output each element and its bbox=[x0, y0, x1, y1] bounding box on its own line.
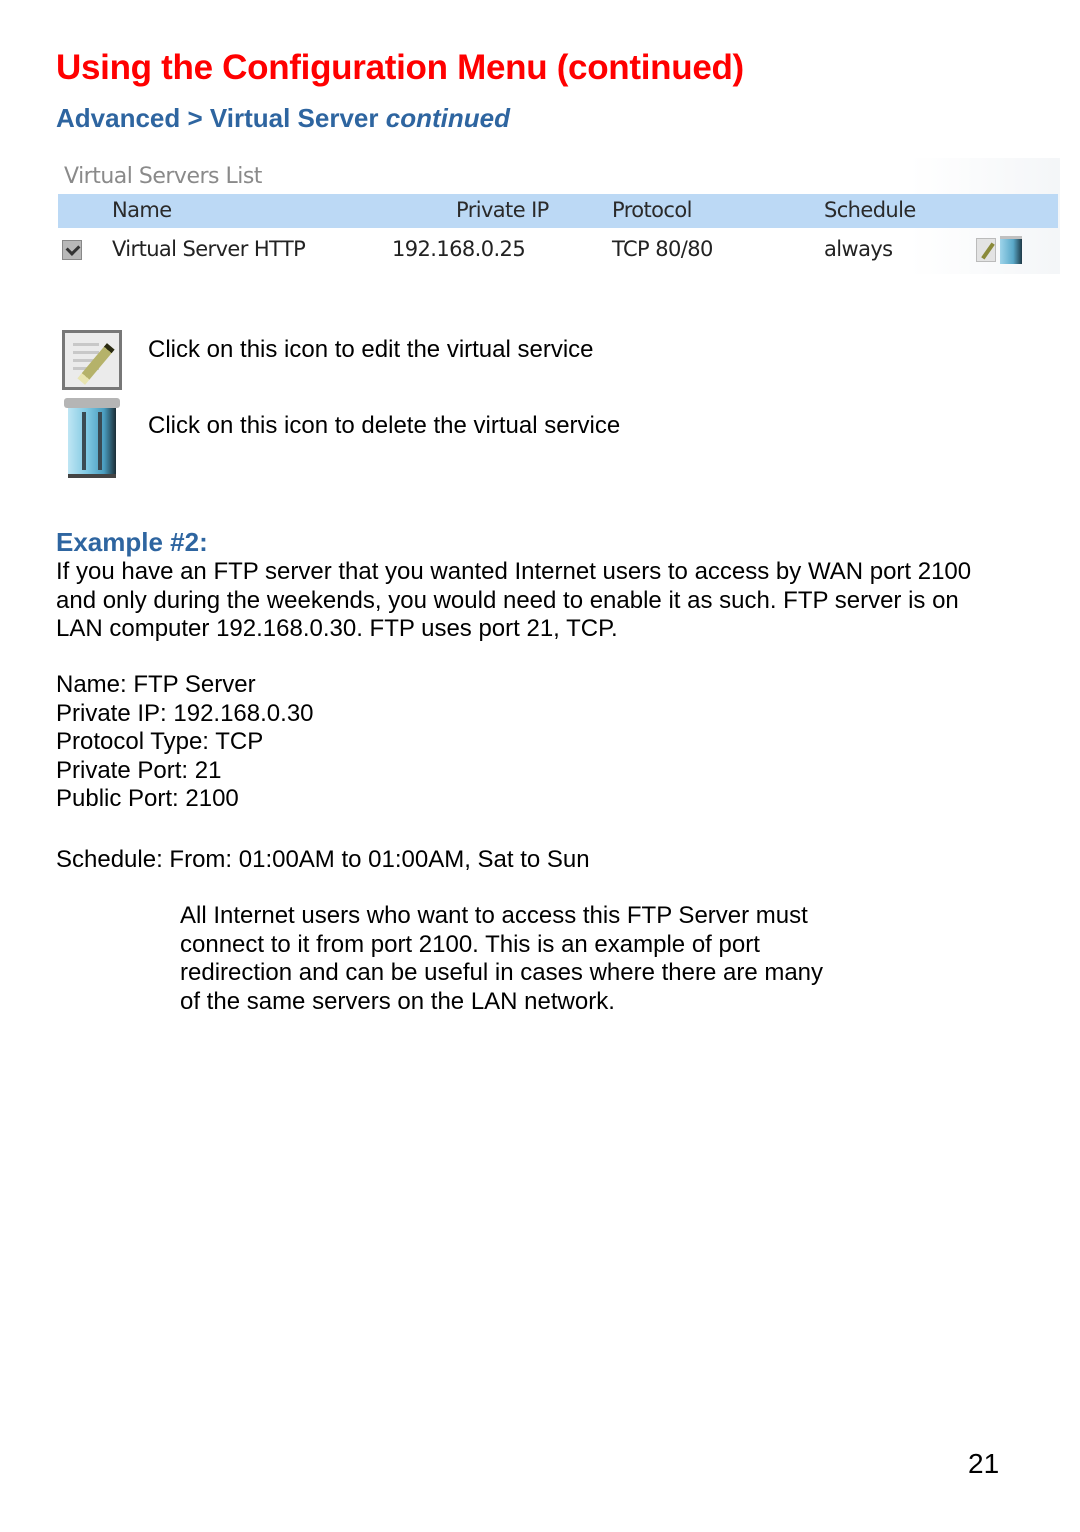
column-header-schedule: Schedule bbox=[824, 198, 916, 222]
table-header: Name Private IP Protocol Schedule bbox=[58, 194, 1058, 228]
virtual-servers-list-title: Virtual Servers List bbox=[64, 164, 262, 189]
table-row: Virtual Server HTTP 192.168.0.25 TCP 80/… bbox=[58, 234, 1058, 268]
cell-name: Virtual Server HTTP bbox=[112, 237, 306, 261]
edit-icon bbox=[62, 330, 122, 390]
example-note: All Internet users who want to access th… bbox=[180, 902, 824, 1015]
page-number: 21 bbox=[968, 1448, 1000, 1479]
page-title: Using the Configuration Menu (continued) bbox=[56, 48, 744, 87]
column-header-name: Name bbox=[112, 198, 172, 222]
legend-edit-text: Click on this icon to edit the virtual s… bbox=[148, 336, 594, 363]
trash-lid bbox=[64, 398, 120, 408]
detail-public-port: Public Port: 2100 bbox=[56, 785, 239, 812]
cell-private-ip: 192.168.0.25 bbox=[392, 237, 526, 261]
detail-protocol-type: Protocol Type: TCP bbox=[56, 728, 264, 755]
example-paragraph: If you have an FTP server that you wante… bbox=[56, 558, 972, 642]
trash-icon bbox=[62, 398, 122, 478]
virtual-servers-list-screenshot: Virtual Servers List Name Private IP Pro… bbox=[58, 158, 1060, 274]
detail-name: Name: FTP Server bbox=[56, 671, 256, 698]
example-details: Name: FTP Server Private IP: 192.168.0.3… bbox=[56, 671, 314, 814]
trash-body bbox=[68, 408, 116, 478]
detail-private-ip: Private IP: 192.168.0.30 bbox=[56, 699, 314, 727]
column-header-protocol: Protocol bbox=[612, 198, 692, 222]
legend-delete-text: Click on this icon to delete the virtual… bbox=[148, 412, 621, 439]
cell-protocol: TCP 80/80 bbox=[612, 237, 713, 261]
column-header-private-ip: Private IP bbox=[456, 198, 549, 222]
trash-icon[interactable] bbox=[1000, 236, 1022, 264]
section-title: Advanced > Virtual Server continued bbox=[56, 103, 510, 134]
example-schedule: Schedule: From: 01:00AM to 01:00AM, Sat … bbox=[56, 846, 590, 873]
enable-checkbox[interactable] bbox=[62, 240, 82, 260]
example-title: Example #2: bbox=[56, 527, 208, 557]
edit-icon[interactable] bbox=[976, 238, 996, 262]
cell-schedule: always bbox=[824, 237, 893, 261]
section-title-continued: continued bbox=[385, 103, 510, 133]
section-title-main: Advanced > Virtual Server bbox=[56, 103, 386, 133]
detail-private-port: Private Port: 21 bbox=[56, 756, 222, 784]
